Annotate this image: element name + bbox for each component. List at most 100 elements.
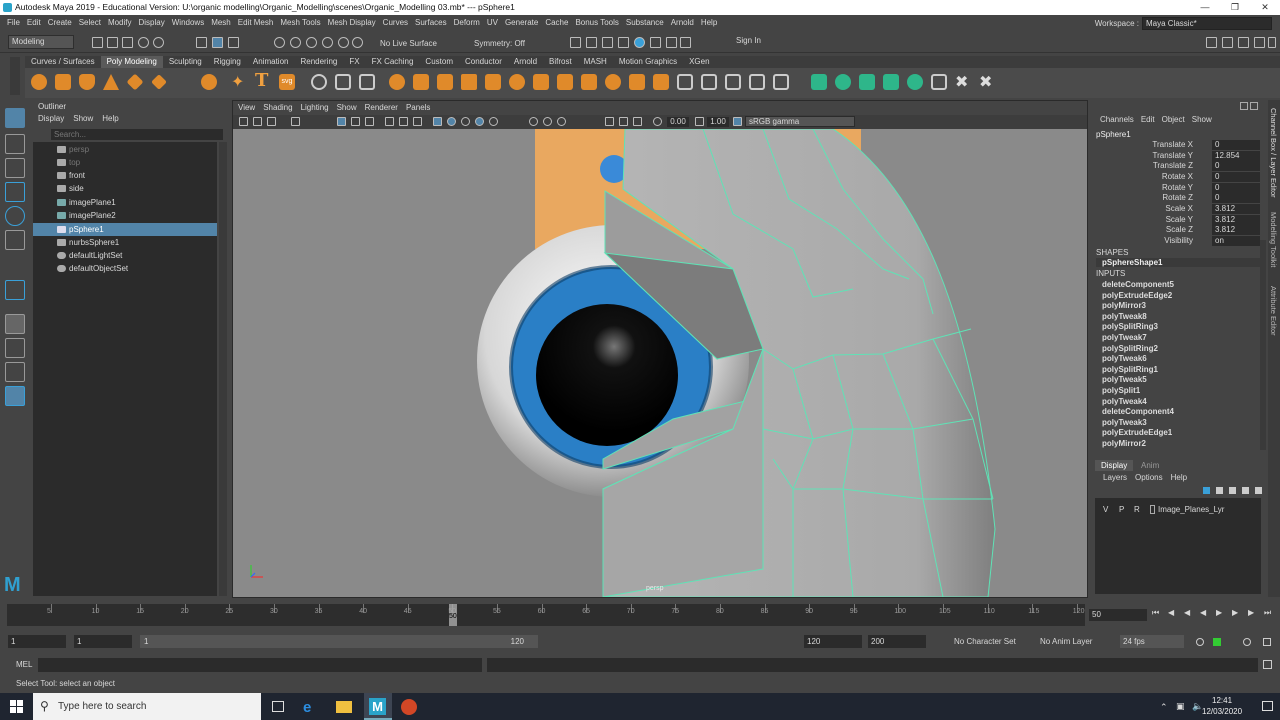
outliner-item-defaultobjectset[interactable]: defaultObjectSet bbox=[33, 262, 217, 275]
separate-icon[interactable] bbox=[335, 74, 351, 90]
step-back-frame-icon[interactable]: ◀ bbox=[1184, 608, 1190, 617]
multi-cut-icon[interactable] bbox=[677, 74, 693, 90]
step-forward-key-icon[interactable]: ▶ bbox=[1248, 608, 1254, 617]
lasso-tool-icon[interactable] bbox=[5, 134, 25, 154]
anim-layer-dropdown[interactable]: No Anim Layer bbox=[1040, 635, 1092, 648]
shelf-tab-arnold[interactable]: Arnold bbox=[508, 56, 543, 68]
cb-menu-show[interactable]: Show bbox=[1192, 115, 1212, 124]
triangulate-icon[interactable] bbox=[629, 74, 645, 90]
menu-arnold[interactable]: Arnold bbox=[671, 15, 694, 30]
outliner-menu-help[interactable]: Help bbox=[102, 114, 118, 123]
smooth-icon[interactable] bbox=[359, 74, 375, 90]
grid-toggle-icon[interactable] bbox=[337, 117, 346, 126]
shelf-tab-animation[interactable]: Animation bbox=[247, 56, 295, 68]
layer-move-down-icon[interactable] bbox=[1216, 487, 1223, 494]
snap-plane-icon[interactable] bbox=[322, 37, 333, 48]
svg-tool-icon[interactable]: svg bbox=[279, 74, 295, 90]
menu-modify[interactable]: Modify bbox=[108, 15, 132, 30]
channel-value-scale-z[interactable]: 3.812 bbox=[1212, 225, 1260, 235]
menu-edit[interactable]: Edit bbox=[27, 15, 41, 30]
command-language-label[interactable]: MEL bbox=[16, 660, 32, 669]
uv-cylindrical-icon[interactable] bbox=[835, 74, 851, 90]
attribute-editor-icon[interactable] bbox=[1222, 37, 1233, 48]
layer-render-flag[interactable]: R bbox=[1134, 504, 1140, 515]
shelf-tab-rigging[interactable]: Rigging bbox=[208, 56, 247, 68]
layer-menu-layers[interactable]: Layers bbox=[1103, 473, 1127, 482]
channel-value-translate-z[interactable]: 0 bbox=[1212, 161, 1260, 171]
four-view-layout-icon[interactable] bbox=[5, 338, 25, 358]
input-node[interactable]: polyExtrudeEdge2 bbox=[1102, 291, 1172, 302]
poly-cone-icon[interactable] bbox=[103, 74, 119, 90]
clock-date[interactable]: 12/03/2020 bbox=[1202, 707, 1242, 716]
shelf-tab-motion-graphics[interactable]: Motion Graphics bbox=[613, 56, 683, 68]
boolean-intersection-icon[interactable] bbox=[437, 74, 453, 90]
extrude-icon[interactable] bbox=[533, 74, 549, 90]
persp-outliner-layout-icon[interactable] bbox=[5, 362, 25, 382]
quadrangulate-icon[interactable] bbox=[653, 74, 669, 90]
notifications-icon[interactable] bbox=[1262, 701, 1273, 711]
safe-action-icon[interactable] bbox=[413, 117, 422, 126]
arnold-render-icon[interactable] bbox=[650, 37, 661, 48]
xray-icon[interactable] bbox=[529, 117, 538, 126]
modeling-toolkit-icon[interactable] bbox=[1206, 37, 1217, 48]
outliner-item-defaultlightset[interactable]: defaultLightSet bbox=[33, 249, 217, 262]
checker-icon[interactable] bbox=[931, 74, 947, 90]
input-node[interactable]: polySplit1 bbox=[1102, 386, 1140, 397]
outliner-item-front[interactable]: front bbox=[33, 169, 217, 182]
menu-windows[interactable]: Windows bbox=[172, 15, 204, 30]
layer-move-up-icon[interactable] bbox=[1203, 487, 1210, 494]
input-node[interactable]: polySplitRing3 bbox=[1102, 322, 1158, 333]
single-perspective-layout-icon[interactable] bbox=[5, 314, 25, 334]
minimize-button[interactable]: — bbox=[1190, 0, 1220, 15]
menu-edit-mesh[interactable]: Edit Mesh bbox=[238, 15, 274, 30]
save-scene-icon[interactable] bbox=[122, 37, 133, 48]
outliner-menu-display[interactable]: Display bbox=[38, 114, 64, 123]
outliner-toggle-icon[interactable] bbox=[1268, 37, 1276, 48]
use-all-lights-icon[interactable] bbox=[475, 117, 484, 126]
script-editor-icon[interactable] bbox=[1263, 660, 1272, 669]
menu-deform[interactable]: Deform bbox=[454, 15, 480, 30]
menu-mesh-display[interactable]: Mesh Display bbox=[328, 15, 376, 30]
poly-cube-icon[interactable] bbox=[55, 74, 71, 90]
film-gate-icon[interactable] bbox=[351, 117, 360, 126]
vp-menu-shading[interactable]: Shading bbox=[263, 103, 292, 112]
vp-menu-show[interactable]: Show bbox=[337, 103, 357, 112]
rotate-tool-icon[interactable] bbox=[5, 206, 25, 226]
layer-tab-display[interactable]: Display bbox=[1095, 460, 1134, 471]
poly-cylinder-icon[interactable] bbox=[79, 74, 95, 90]
input-node[interactable]: deleteComponent5 bbox=[1102, 280, 1174, 291]
render-view-icon[interactable] bbox=[634, 37, 645, 48]
sew-uv-icon[interactable]: ✖ bbox=[979, 72, 995, 91]
cb-menu-edit[interactable]: Edit bbox=[1141, 115, 1155, 124]
step-back-key-icon[interactable]: ◀ bbox=[1168, 608, 1174, 617]
poly-torus-icon[interactable] bbox=[126, 73, 144, 91]
shelf-tab-sculpting[interactable]: Sculpting bbox=[163, 56, 208, 68]
snap-live-icon[interactable] bbox=[352, 37, 363, 48]
menu-uv[interactable]: UV bbox=[487, 15, 498, 30]
select-hierarchy-icon[interactable] bbox=[196, 37, 207, 48]
uv-spherical-icon[interactable] bbox=[859, 74, 875, 90]
vp-menu-renderer[interactable]: Renderer bbox=[365, 103, 398, 112]
close-window-button[interactable]: ✕ bbox=[1250, 0, 1280, 15]
cb-menu-object[interactable]: Object bbox=[1162, 115, 1185, 124]
sign-in-button[interactable]: Sign In bbox=[720, 35, 800, 49]
input-node[interactable]: polyTweak6 bbox=[1102, 354, 1147, 365]
camera-select-icon[interactable] bbox=[239, 117, 248, 126]
symmetry-label[interactable]: Symmetry: Off bbox=[474, 39, 525, 48]
input-node[interactable]: polyMirror2 bbox=[1102, 439, 1146, 450]
last-tool-icon[interactable] bbox=[5, 280, 25, 300]
file-explorer-icon[interactable] bbox=[336, 701, 352, 713]
arnold-ipr-icon[interactable] bbox=[666, 37, 677, 48]
shelf-tab-mash[interactable]: MASH bbox=[578, 56, 613, 68]
scene-start-field[interactable]: 1 bbox=[8, 635, 66, 648]
side-tab-attribute-editor[interactable]: Attribute Editor bbox=[1269, 286, 1278, 336]
clock-time[interactable]: 12:41 bbox=[1212, 696, 1232, 705]
cb-float-icon[interactable] bbox=[1250, 102, 1258, 110]
outliner-item-persp[interactable]: persp bbox=[33, 143, 217, 156]
go-to-end-icon[interactable]: ⏭ bbox=[1264, 608, 1271, 618]
live-surface-label[interactable]: No Live Surface bbox=[380, 39, 437, 48]
depth-of-field-icon[interactable] bbox=[633, 117, 642, 126]
render-settings-icon[interactable] bbox=[602, 37, 613, 48]
bevel-icon[interactable] bbox=[557, 74, 573, 90]
resolution-gate-icon[interactable] bbox=[365, 117, 374, 126]
